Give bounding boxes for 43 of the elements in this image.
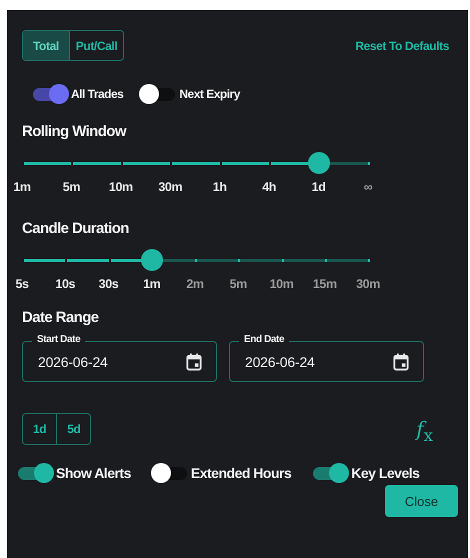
section-title: Candle Duration	[22, 220, 130, 237]
field-value: 2026-06-24	[245, 354, 315, 370]
slider-mark-label: 30m	[356, 277, 380, 291]
slider-thumb[interactable]	[140, 249, 163, 271]
field-value: 2026-06-24	[38, 354, 108, 370]
slider-mark-label: 1h	[212, 180, 227, 194]
section-title: Date Range	[22, 309, 100, 326]
close-button[interactable]: Close	[385, 485, 458, 517]
slider-mark-label: 1m	[143, 277, 160, 291]
slider-mark-label: 30m	[158, 180, 182, 194]
formula-button[interactable]: f$_{x}$	[416, 417, 433, 445]
calendar-icon[interactable]	[393, 352, 409, 370]
slider-mark-label: 4h	[262, 180, 276, 194]
slider[interactable]	[22, 152, 368, 174]
calendar-icon[interactable]	[186, 352, 202, 370]
slider-mark-label: ∞	[364, 180, 372, 194]
slider-mark-label: 10m	[270, 277, 294, 291]
section-title: Rolling Window	[22, 123, 128, 140]
view-tab[interactable]: Put/Call	[68, 31, 124, 60]
slider-mark-label: 5m	[230, 277, 247, 291]
date-field[interactable]: 2026-06-24	[229, 341, 424, 382]
slider-thumb[interactable]	[308, 152, 330, 174]
toggle-label: Show Alerts	[56, 465, 131, 481]
slider[interactable]	[22, 249, 368, 271]
slider-mark-label: 10m	[108, 180, 133, 194]
range-button[interactable]: 5d	[56, 414, 90, 444]
slider-mark-label: 15m	[312, 277, 337, 291]
toggle-label: All Trades	[71, 87, 124, 101]
slider-mark-label: 30s	[98, 277, 118, 291]
toggle-label: Extended Hours	[190, 465, 292, 481]
slider-mark-label: 1m	[13, 180, 31, 194]
range-button[interactable]: 1d	[23, 414, 56, 444]
toggle-label: Next Expiry	[179, 87, 240, 101]
slider-track[interactable]	[22, 259, 368, 262]
view-tab[interactable]: Total	[23, 31, 69, 60]
reset-link[interactable]: Reset To Defaults	[355, 38, 449, 52]
slider-mark-label: 10s	[55, 277, 76, 291]
slider-mark-label: 5s	[15, 277, 29, 291]
slider-mark-label: 2m	[186, 277, 204, 291]
toggle-label: Key Levels	[351, 465, 420, 481]
slider-mark-label: 5m	[62, 180, 80, 194]
slider-mark-label: 1d	[312, 180, 326, 194]
date-field[interactable]: 2026-06-24	[22, 341, 217, 382]
